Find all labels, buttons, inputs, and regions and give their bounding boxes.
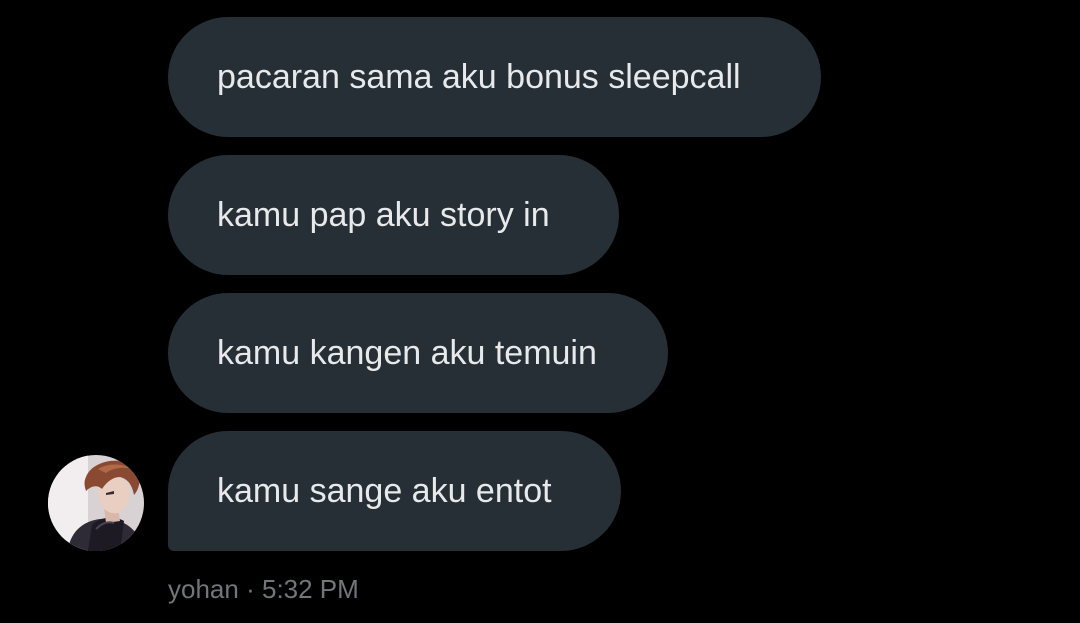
message-text: kamu kangen aku temuin (217, 334, 597, 372)
meta-separator: · (246, 574, 255, 604)
message-bubble[interactable]: kamu kangen aku temuin (168, 293, 668, 413)
message-bubble[interactable]: kamu pap aku story in (168, 155, 619, 275)
message-text: kamu sange aku entot (217, 472, 552, 510)
message-text: kamu pap aku story in (217, 196, 550, 234)
message-thread: pacaran sama aku bonus sleepcall kamu pa… (0, 0, 1080, 623)
message-timestamp: 5:32 PM (261, 574, 359, 604)
message-bubble[interactable]: pacaran sama aku bonus sleepcall (168, 17, 821, 137)
message-meta: yohan · 5:32 PM (168, 572, 359, 606)
message-text: pacaran sama aku bonus sleepcall (217, 58, 741, 96)
user-avatar-illustration-icon (48, 455, 144, 551)
message-bubble[interactable]: kamu sange aku entot (168, 431, 621, 551)
sender-name[interactable]: yohan (168, 574, 239, 604)
sender-avatar[interactable] (48, 455, 144, 551)
